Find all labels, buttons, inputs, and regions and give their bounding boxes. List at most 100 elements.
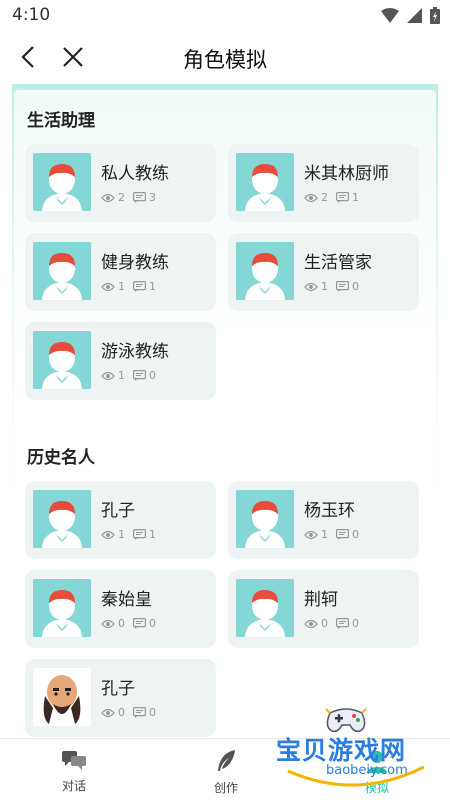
views-count: 2 <box>321 191 328 204</box>
views-stat: 0 <box>101 617 125 630</box>
status-icons <box>381 7 440 24</box>
role-card[interactable]: 生活管家 1 0 <box>228 233 419 311</box>
role-name: 生活管家 <box>304 253 372 273</box>
nav-tab-create[interactable]: 创作 <box>186 749 266 796</box>
views-icon <box>101 193 115 202</box>
comments-icon <box>336 529 349 540</box>
role-list: 生活助理 私人教练 2 3 米其林厨师 2 1 健身教练 1 1 生活管家 1 0 游泳教练 1 0 历史名… <box>14 90 436 738</box>
avatar <box>33 331 91 389</box>
avatar <box>33 490 91 548</box>
battery-icon <box>430 7 440 24</box>
views-count: 1 <box>118 369 125 382</box>
comments-count: 0 <box>149 706 156 719</box>
views-stat: 2 <box>304 191 328 204</box>
avatar-bald-man-icon <box>33 668 91 726</box>
avatar <box>236 242 294 300</box>
comments-stat: 0 <box>133 369 156 382</box>
role-card[interactable]: 孔子 0 0 <box>25 659 216 737</box>
avatar-person-icon <box>236 579 294 637</box>
watermark-swoosh <box>287 765 425 787</box>
views-stat: 0 <box>304 617 328 630</box>
views-icon <box>101 530 115 539</box>
comments-count: 3 <box>149 191 156 204</box>
comments-stat: 1 <box>336 191 359 204</box>
views-icon <box>304 530 318 539</box>
comments-stat: 0 <box>336 280 359 293</box>
back-button[interactable] <box>14 42 44 72</box>
section-title-life-assistant: 生活助理 <box>27 111 95 131</box>
comments-stat: 0 <box>133 617 156 630</box>
avatar-person-icon <box>33 579 91 637</box>
content-area[interactable]: 生活助理 私人教练 2 3 米其林厨师 2 1 健身教练 1 1 生活管家 1 0 游泳教练 1 0 历史名… <box>12 84 438 738</box>
role-name: 私人教练 <box>101 164 169 184</box>
role-card[interactable]: 游泳教练 1 0 <box>25 322 216 400</box>
comments-icon <box>133 618 146 629</box>
role-name: 孔子 <box>101 501 135 521</box>
comments-count: 0 <box>149 369 156 382</box>
role-stats: 10 <box>304 280 367 293</box>
wifi-icon <box>381 8 399 23</box>
role-card[interactable]: 杨玉环 1 0 <box>228 481 419 559</box>
role-name: 米其林厨师 <box>304 164 389 184</box>
role-stats: 10 <box>304 528 367 541</box>
role-card[interactable]: 秦始皇 0 0 <box>25 570 216 648</box>
comments-stat: 3 <box>133 191 156 204</box>
nav-tab-chat[interactable]: 对话 <box>34 749 114 794</box>
role-card[interactable]: 孔子 1 1 <box>25 481 216 559</box>
role-stats: 00 <box>101 617 164 630</box>
views-stat: 1 <box>101 528 125 541</box>
role-stats: 00 <box>304 617 367 630</box>
role-name: 杨玉环 <box>304 501 355 521</box>
avatar <box>33 242 91 300</box>
avatar-person-icon <box>236 490 294 548</box>
nav-label-chat: 对话 <box>61 779 86 793</box>
views-icon <box>101 708 115 717</box>
comments-icon <box>336 618 349 629</box>
views-icon <box>304 282 318 291</box>
views-stat: 1 <box>101 369 125 382</box>
comments-icon <box>133 281 146 292</box>
role-name: 孔子 <box>101 679 135 699</box>
comments-stat: 0 <box>336 617 359 630</box>
views-icon <box>304 619 318 628</box>
header: 角色模拟 <box>0 32 450 84</box>
role-name: 游泳教练 <box>101 342 169 362</box>
watermark: 宝贝游戏网 baobeiy.com <box>276 705 446 797</box>
comments-count: 0 <box>352 617 359 630</box>
nav-label-create: 创作 <box>213 781 238 795</box>
comments-stat: 1 <box>133 280 156 293</box>
role-card[interactable]: 米其林厨师 2 1 <box>228 144 419 222</box>
comments-stat: 1 <box>133 528 156 541</box>
comments-icon <box>133 370 146 381</box>
avatar-person-icon <box>33 242 91 300</box>
comments-stat: 0 <box>133 706 156 719</box>
role-stats: 21 <box>304 191 367 204</box>
role-card[interactable]: 荆轲 0 0 <box>228 570 419 648</box>
role-card[interactable]: 私人教练 2 3 <box>25 144 216 222</box>
comments-count: 1 <box>352 191 359 204</box>
avatar-person-icon <box>236 242 294 300</box>
role-name: 健身教练 <box>101 253 169 273</box>
views-count: 1 <box>321 280 328 293</box>
views-icon <box>101 619 115 628</box>
avatar-person-icon <box>33 331 91 389</box>
comments-icon <box>336 281 349 292</box>
comments-count: 1 <box>149 280 156 293</box>
comments-icon <box>133 192 146 203</box>
views-stat: 0 <box>101 706 125 719</box>
views-icon <box>304 193 318 202</box>
close-button[interactable] <box>58 42 88 72</box>
comments-stat: 0 <box>336 528 359 541</box>
comments-count: 1 <box>149 528 156 541</box>
avatar-person-icon <box>33 153 91 211</box>
signal-icon <box>407 8 422 23</box>
role-name: 荆轲 <box>304 590 338 610</box>
section-title-historical-figures: 历史名人 <box>27 448 95 468</box>
views-count: 2 <box>118 191 125 204</box>
role-card[interactable]: 健身教练 1 1 <box>25 233 216 311</box>
avatar-person-icon <box>33 490 91 548</box>
avatar <box>33 579 91 637</box>
views-count: 0 <box>321 617 328 630</box>
avatar <box>33 153 91 211</box>
views-count: 1 <box>321 528 328 541</box>
